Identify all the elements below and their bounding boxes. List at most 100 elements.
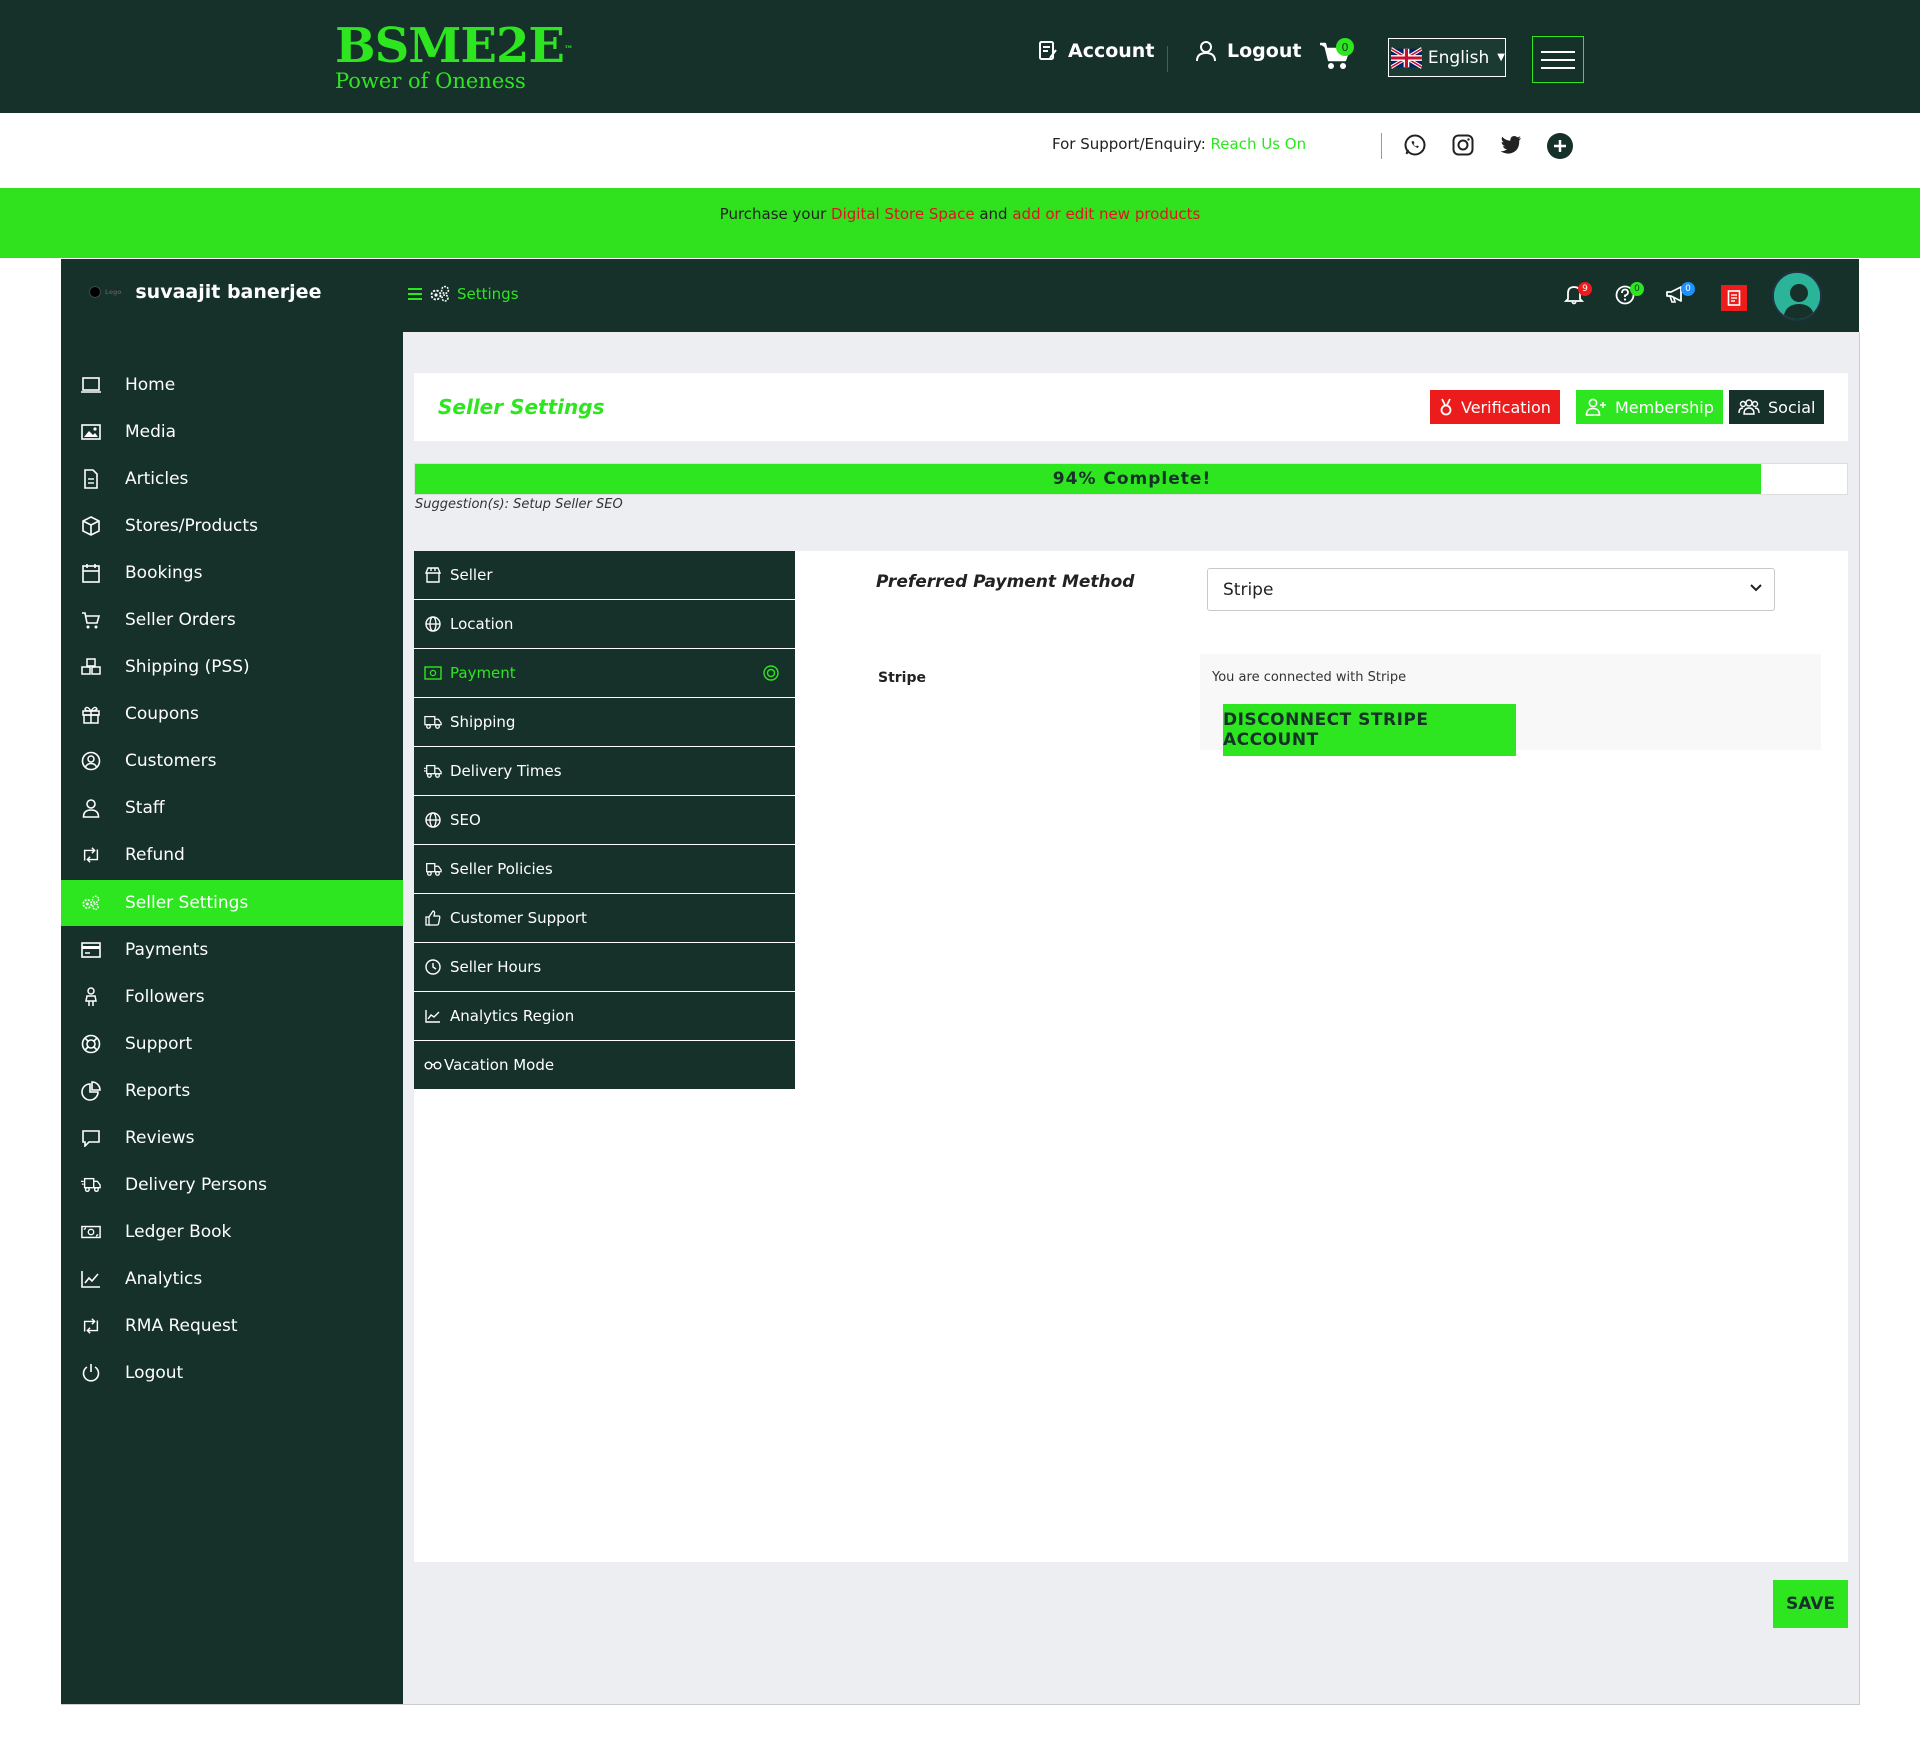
dashboard-header: Logo suvaajit banerjee Settings 9 0 0 xyxy=(61,259,1859,332)
tab-seller[interactable]: Seller xyxy=(414,551,795,599)
sidebar: Home Media Articles Stores/Products Book… xyxy=(61,332,403,1704)
calendar-icon xyxy=(81,563,101,583)
account-link[interactable]: Account xyxy=(1038,40,1154,62)
menu-toggle-icon[interactable] xyxy=(407,287,423,301)
users-icon xyxy=(1738,399,1760,415)
tab-delivery-times[interactable]: Delivery Times xyxy=(414,747,795,795)
user-block[interactable]: Logo suvaajit banerjee xyxy=(89,281,321,303)
promo-prefix: Purchase your xyxy=(719,205,832,223)
verification-button[interactable]: Verification xyxy=(1430,390,1560,424)
sidebar-item-reviews[interactable]: Reviews xyxy=(61,1115,403,1161)
hamburger-icon xyxy=(1541,50,1575,53)
content-border-right xyxy=(1859,332,1860,1704)
globe-icon xyxy=(424,615,442,633)
suggestion-text: Suggestion(s): Setup Seller SEO xyxy=(415,497,623,512)
sidebar-item-ledger-book[interactable]: Ledger Book xyxy=(61,1209,403,1255)
sidebar-item-seller-settings[interactable]: Seller Settings xyxy=(61,880,403,926)
support-text: For Support/Enquiry: Reach Us On xyxy=(1052,135,1306,153)
logout-label: Logout xyxy=(1227,40,1302,62)
page-title: Seller Settings xyxy=(438,395,605,419)
sidebar-item-delivery-persons[interactable]: Delivery Persons xyxy=(61,1162,403,1208)
boxes-icon xyxy=(81,657,101,677)
digital-store-link[interactable]: Digital Store Space xyxy=(831,205,975,223)
sidebar-item-reports[interactable]: Reports xyxy=(61,1068,403,1114)
sidebar-item-followers[interactable]: Followers xyxy=(61,974,403,1020)
sidebar-item-label: Reports xyxy=(125,1081,191,1101)
sidebar-item-label: Delivery Persons xyxy=(125,1175,267,1195)
language-label: English xyxy=(1427,47,1490,68)
logo-trademark: ™ xyxy=(563,45,573,55)
tab-location[interactable]: Location xyxy=(414,600,795,648)
sidebar-item-seller-orders[interactable]: Seller Orders xyxy=(61,597,403,643)
payment-method-select[interactable]: Stripe xyxy=(1207,568,1775,611)
sidebar-item-analytics[interactable]: Analytics xyxy=(61,1256,403,1302)
tab-seller-hours[interactable]: Seller Hours xyxy=(414,943,795,991)
hamburger-menu-button[interactable] xyxy=(1532,36,1584,83)
sidebar-item-payments[interactable]: Payments xyxy=(61,927,403,973)
social-button[interactable]: Social xyxy=(1729,390,1825,424)
sidebar-item-rma-request[interactable]: RMA Request xyxy=(61,1303,403,1349)
cogs-icon xyxy=(430,285,450,302)
sidebar-item-logout[interactable]: Logout xyxy=(61,1350,403,1396)
sidebar-item-media[interactable]: Media xyxy=(61,409,403,455)
sidebar-item-refund[interactable]: Refund xyxy=(61,832,403,878)
save-button[interactable]: SAVE xyxy=(1773,1580,1848,1628)
shipping-fast-icon xyxy=(424,860,442,878)
tab-customer-support[interactable]: Customer Support xyxy=(414,894,795,942)
tab-label: Shipping xyxy=(450,713,516,731)
settings-header: Seller Settings Verification Membership … xyxy=(414,373,1848,441)
plus-icon[interactable] xyxy=(1547,133,1573,159)
selected-payment-method: Stripe xyxy=(1223,579,1274,600)
language-select[interactable]: English ▼ xyxy=(1388,38,1506,77)
tab-analytics-region[interactable]: Analytics Region xyxy=(414,992,795,1040)
tab-seo[interactable]: SEO xyxy=(414,796,795,844)
tab-label: Seller xyxy=(450,566,493,584)
lifebuoy-icon xyxy=(81,1034,101,1054)
account-icon xyxy=(1039,41,1057,60)
avatar[interactable] xyxy=(1772,271,1822,321)
sidebar-item-shipping-pss[interactable]: Shipping (PSS) xyxy=(61,644,403,690)
sidebar-item-support[interactable]: Support xyxy=(61,1021,403,1067)
user-icon xyxy=(81,798,101,818)
disconnect-stripe-button[interactable]: DISCONNECT STRIPE ACCOUNT xyxy=(1223,704,1516,756)
sidebar-item-staff[interactable]: Staff xyxy=(61,785,403,831)
globe-icon xyxy=(424,811,442,829)
sidebar-item-label: Analytics xyxy=(125,1269,203,1289)
whatsapp-icon[interactable] xyxy=(1403,133,1427,157)
thumbs-up-icon xyxy=(424,909,442,927)
logout-link[interactable]: Logout xyxy=(1195,40,1301,62)
add-products-link[interactable]: add or edit new products xyxy=(1012,205,1200,223)
store-logo-icon xyxy=(89,286,101,298)
tab-vacation-mode[interactable]: Vacation Mode xyxy=(414,1041,795,1089)
uk-flag-icon xyxy=(1391,46,1422,69)
breadcrumb-settings[interactable]: Settings xyxy=(457,285,519,303)
logo-text: BSME2E xyxy=(335,18,565,74)
glasses-icon xyxy=(424,1056,442,1074)
brand-logo[interactable]: BSME2E™ Power of Oneness xyxy=(335,20,573,92)
store-icon xyxy=(424,566,442,584)
membership-button[interactable]: Membership xyxy=(1576,390,1723,424)
promo-banner: Purchase your Digital Store Space and ad… xyxy=(0,188,1920,258)
sidebar-item-articles[interactable]: Articles xyxy=(61,456,403,502)
sidebar-item-stores-products[interactable]: Stores/Products xyxy=(61,503,403,549)
tab-label: SEO xyxy=(450,811,481,829)
caret-down-icon: ▼ xyxy=(1497,52,1505,63)
retweet-icon xyxy=(81,845,101,865)
tab-shipping[interactable]: Shipping xyxy=(414,698,795,746)
sidebar-item-label: Staff xyxy=(125,798,165,818)
tab-seller-policies[interactable]: Seller Policies xyxy=(414,845,795,893)
twitter-icon[interactable] xyxy=(1499,133,1523,157)
sidebar-item-coupons[interactable]: Coupons xyxy=(61,691,403,737)
sidebar-item-customers[interactable]: Customers xyxy=(61,738,403,784)
sidebar-item-bookings[interactable]: Bookings xyxy=(61,550,403,596)
instagram-icon[interactable] xyxy=(1451,133,1475,157)
sidebar-item-label: Bookings xyxy=(125,563,203,583)
tab-payment[interactable]: Payment xyxy=(414,649,795,697)
promo-middle: and xyxy=(974,205,1013,223)
cogs-icon xyxy=(81,893,101,913)
catalog-button[interactable] xyxy=(1721,285,1747,311)
reach-us-link[interactable]: Reach Us On xyxy=(1211,135,1307,153)
sidebar-item-label: Home xyxy=(125,375,176,395)
sidebar-item-home[interactable]: Home xyxy=(61,362,403,408)
chevron-down-icon xyxy=(1750,584,1762,592)
